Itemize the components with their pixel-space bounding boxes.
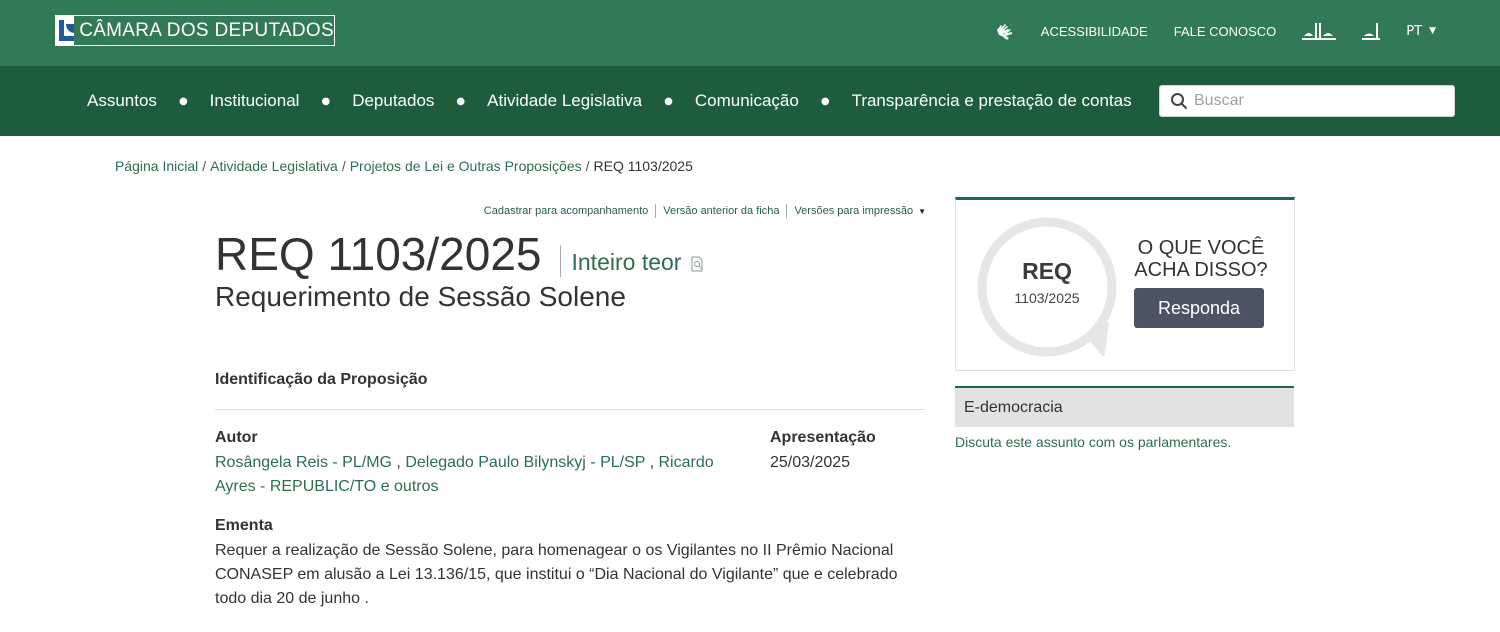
caret-down-icon: ▼ bbox=[1429, 26, 1436, 36]
nav-separator: ● bbox=[820, 95, 830, 107]
previous-version-link[interactable]: Versão anterior da ficha bbox=[663, 205, 779, 217]
breadcrumb-current: REQ 1103/2025 bbox=[593, 158, 693, 174]
search-icon[interactable] bbox=[1170, 92, 1188, 110]
opinion-question: O QUE VOCÊ ACHA DISSO? bbox=[1134, 237, 1268, 281]
breadcrumb-home[interactable]: Página Inicial bbox=[115, 158, 198, 174]
print-versions-dropdown[interactable]: Versões para impressão ▼ bbox=[794, 205, 926, 217]
divider bbox=[215, 409, 925, 410]
author-list: Rosângela Reis - PL/MG , Delegado Paulo … bbox=[215, 454, 714, 495]
search-input[interactable] bbox=[1194, 92, 1444, 110]
full-text-link[interactable]: Inteiro teor bbox=[572, 246, 682, 278]
breadcrumb: Página Inicial / Atividade Legislativa / Pro… bbox=[115, 158, 693, 174]
logo-text: CÂMARA DOS DEPUTADOS bbox=[79, 19, 334, 41]
main-menu: Assuntos ● Institucional ● Deputados ● A… bbox=[87, 66, 1132, 136]
top-navigation: ACESSIBILIDADE FALE CONOSCO PT ▼ bbox=[993, 0, 1436, 62]
search-box bbox=[1159, 85, 1455, 117]
language-label: PT bbox=[1406, 23, 1423, 39]
speech-bubble: REQ 1103/2025 bbox=[974, 214, 1120, 360]
accessibility-link[interactable]: ACESSIBILIDADE bbox=[1041, 24, 1148, 39]
nav-item-institucional[interactable]: Institucional bbox=[210, 91, 300, 111]
nav-separator: ● bbox=[178, 95, 188, 107]
breadcrumb-projetos[interactable]: Projetos de Lei e Outras Proposições bbox=[350, 158, 582, 174]
camara-emblem-icon bbox=[56, 16, 75, 45]
nav-separator: ● bbox=[456, 95, 466, 107]
page-title: REQ 1103/2025 bbox=[215, 228, 542, 280]
contact-link[interactable]: FALE CONOSCO bbox=[1174, 24, 1277, 39]
nav-separator: ● bbox=[321, 95, 331, 107]
presentation-date: 25/03/2025 bbox=[770, 454, 851, 471]
sign-language-icon[interactable] bbox=[993, 21, 1015, 41]
author-link[interactable]: Rosângela Reis - PL/MG bbox=[215, 454, 392, 471]
ementa-text: Requer a realização de Sessão Solene, pa… bbox=[215, 542, 898, 607]
author-link[interactable]: Delegado Paulo Bilynskyj - PL/SP bbox=[405, 454, 645, 471]
opinion-card: REQ 1103/2025 O QUE VOCÊ ACHA DISSO? Res… bbox=[955, 197, 1295, 371]
follow-link[interactable]: Cadastrar para acompanhamento bbox=[484, 205, 648, 217]
nav-separator: ● bbox=[664, 95, 673, 107]
presentation-label: Apresentação bbox=[770, 429, 876, 446]
more-authors-link[interactable]: e outros bbox=[381, 478, 439, 495]
edemocracia-link[interactable]: Discuta este assunto com os parlamentare… bbox=[955, 434, 1231, 450]
nav-item-comunicacao[interactable]: Comunicação bbox=[695, 91, 799, 111]
bubble-type: REQ bbox=[1022, 258, 1072, 284]
breadcrumb-atividade-legislativa[interactable]: Atividade Legislativa bbox=[210, 158, 338, 174]
document-search-icon[interactable] bbox=[691, 256, 705, 272]
camara-logo[interactable]: CÂMARA DOS DEPUTADOS bbox=[55, 15, 335, 46]
bubble-number: 1103/2025 bbox=[1014, 290, 1080, 306]
speech-bubble-icon bbox=[977, 217, 1117, 357]
nav-item-deputados[interactable]: Deputados bbox=[352, 91, 434, 111]
chamber-icon[interactable] bbox=[1362, 21, 1381, 41]
top-bar: CÂMARA DOS DEPUTADOS ACESSIBILIDADE FALE… bbox=[0, 0, 1500, 66]
proposition-actions: Cadastrar para acompanhamento Versão ant… bbox=[484, 204, 926, 218]
nav-item-transparencia[interactable]: Transparência e prestação de contas bbox=[852, 91, 1132, 111]
edemocracia-header: E-democracia bbox=[955, 386, 1294, 427]
proposition-type: Requerimento de Sessão Solene bbox=[215, 281, 626, 312]
main-navigation: Assuntos ● Institucional ● Deputados ● A… bbox=[0, 66, 1500, 136]
caret-down-icon: ▼ bbox=[918, 207, 926, 216]
title-row: REQ 1103/2025 Inteiro teor bbox=[215, 228, 705, 280]
congress-building-icon[interactable] bbox=[1302, 21, 1337, 41]
nav-item-assuntos[interactable]: Assuntos bbox=[87, 91, 157, 111]
nav-item-atividade-legislativa[interactable]: Atividade Legislativa bbox=[487, 91, 642, 111]
respond-button[interactable]: Responda bbox=[1134, 288, 1264, 328]
section-title: Identificação da Proposição bbox=[215, 371, 428, 388]
language-selector[interactable]: PT ▼ bbox=[1406, 24, 1436, 39]
print-versions-label: Versões para impressão bbox=[794, 205, 914, 217]
ementa-label: Ementa bbox=[215, 517, 273, 534]
author-label: Autor bbox=[215, 429, 258, 446]
